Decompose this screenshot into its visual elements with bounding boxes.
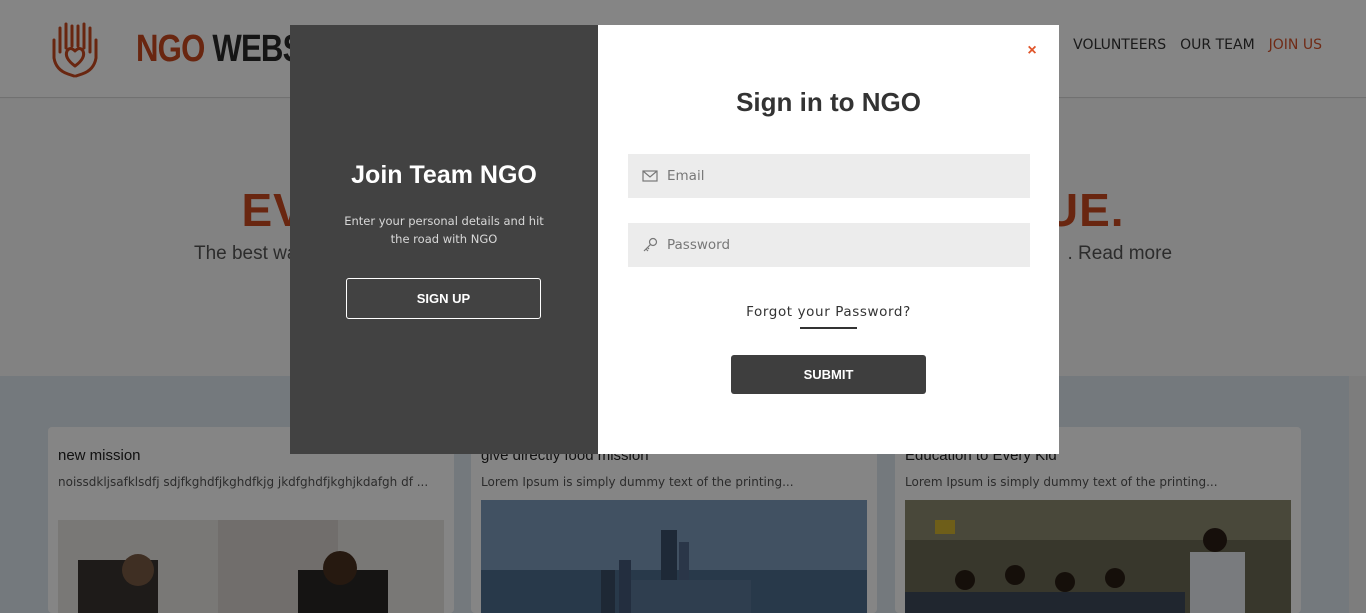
password-input[interactable] xyxy=(667,223,1022,267)
join-description: Enter your personal details and hit the … xyxy=(344,214,544,246)
sign-up-button[interactable]: SIGN UP xyxy=(346,278,541,319)
email-input[interactable] xyxy=(667,154,1022,198)
signin-title: Sign in to NGO xyxy=(736,87,921,117)
join-title: Join Team NGO xyxy=(351,161,537,189)
email-field-container[interactable] xyxy=(628,154,1030,198)
forgot-password-link[interactable]: Forgot your Password? xyxy=(598,304,1059,320)
envelope-icon xyxy=(642,170,658,182)
key-icon xyxy=(643,237,658,252)
submit-button[interactable]: SUBMIT xyxy=(731,355,926,394)
forgot-underline xyxy=(800,327,857,329)
password-field-container[interactable] xyxy=(628,223,1030,267)
signin-panel: × Sign in to NGO Forgot your Password? S… xyxy=(598,25,1059,454)
close-icon[interactable]: × xyxy=(1024,43,1040,59)
join-panel: Join Team NGO Enter your personal detail… xyxy=(290,25,598,454)
